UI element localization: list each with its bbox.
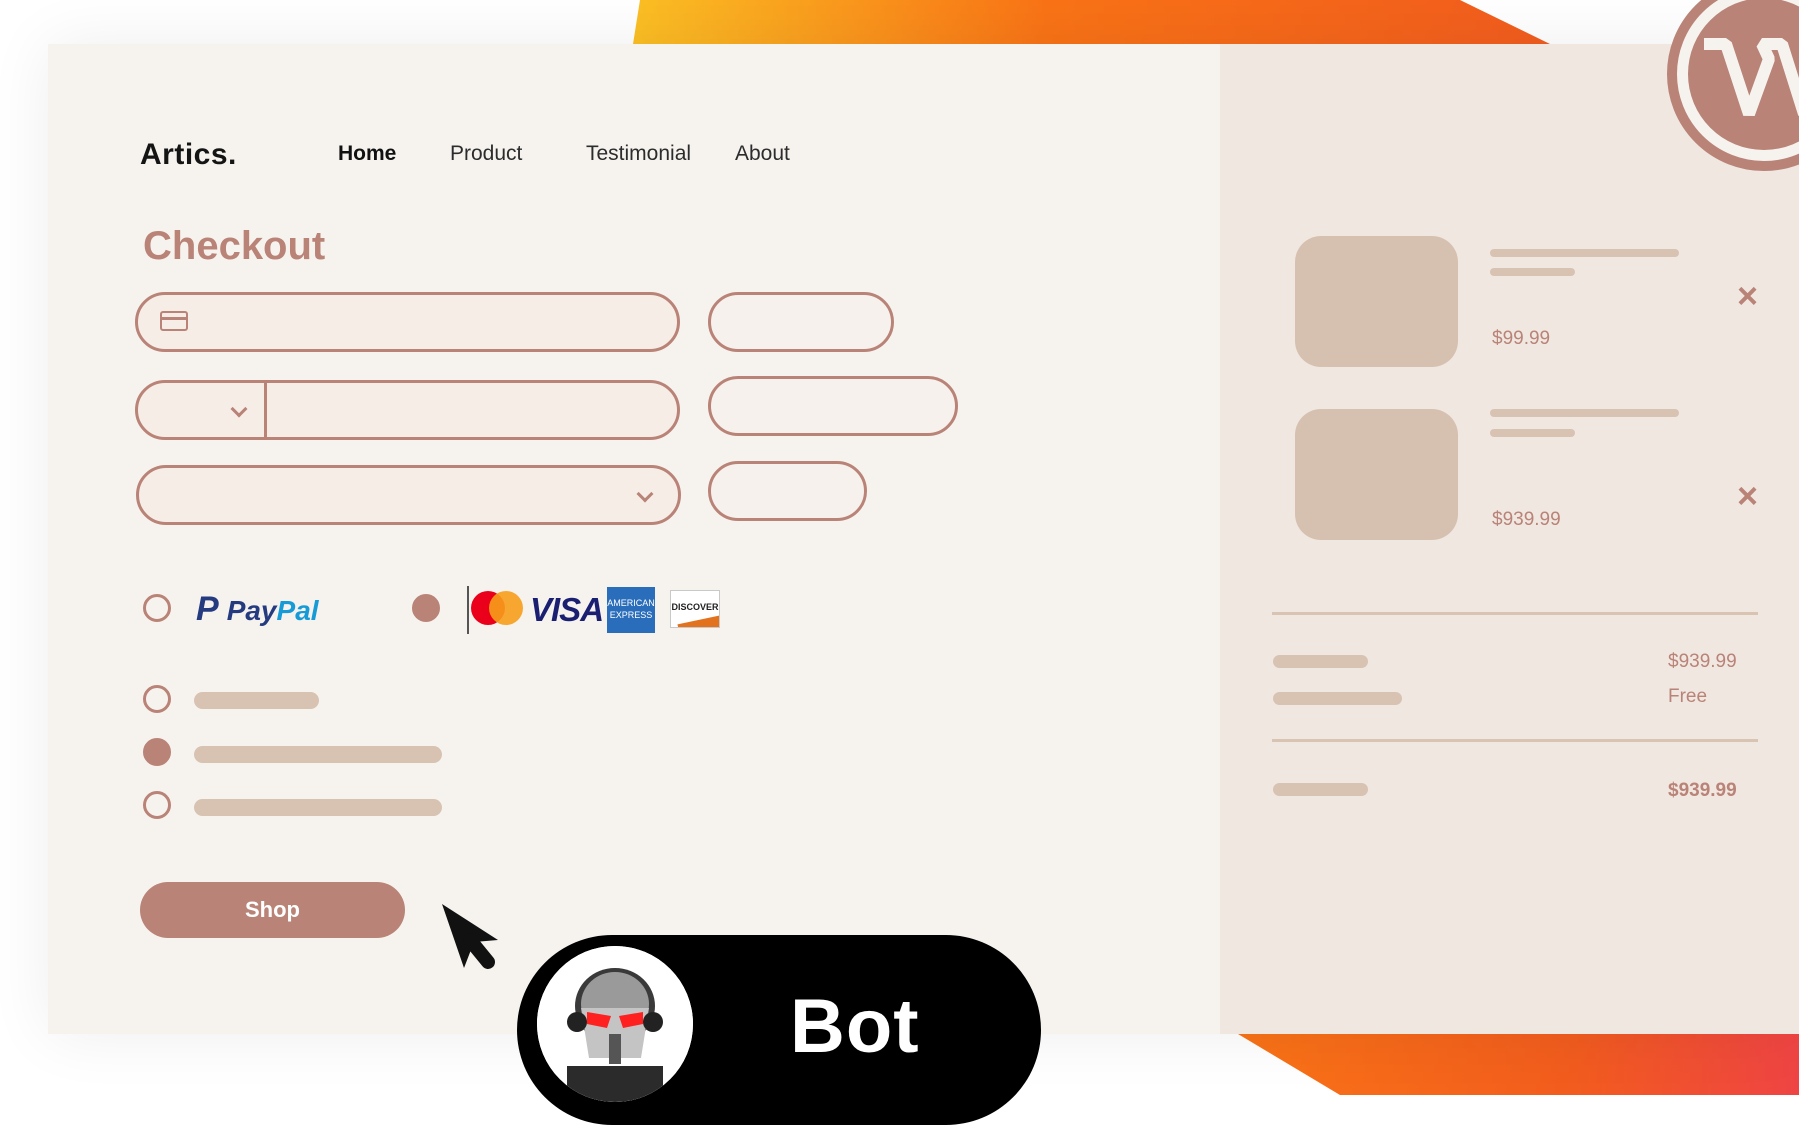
credit-card-icon xyxy=(160,311,188,331)
shipping-option-1-radio[interactable] xyxy=(143,685,171,713)
cart-item-1-title xyxy=(1490,249,1679,257)
shipping-label xyxy=(1273,692,1402,705)
shipping-value: Free xyxy=(1668,686,1708,707)
shipping-option-3-radio[interactable] xyxy=(143,791,171,819)
shipping-option-2-label xyxy=(194,746,442,763)
card-payment-radio[interactable] xyxy=(412,594,440,622)
cart-item-1-subtitle xyxy=(1490,268,1575,276)
nav-testimonial[interactable]: Testimonial xyxy=(586,142,691,166)
cursor-arrow-icon xyxy=(442,904,498,969)
summary-divider xyxy=(1272,612,1758,615)
shipping-option-3-label xyxy=(194,799,442,816)
country-select[interactable] xyxy=(136,465,681,525)
visa-logo: VISA xyxy=(530,591,604,628)
bot-label: Bot xyxy=(790,984,920,1069)
cart-item-2-subtitle xyxy=(1490,429,1575,437)
cart-summary-panel xyxy=(1220,44,1799,1034)
phone-field[interactable] xyxy=(135,380,680,440)
total-value: $939.99 xyxy=(1668,780,1737,801)
nav-about[interactable]: About xyxy=(735,142,790,166)
subtotal-label xyxy=(1273,655,1368,668)
card-number-field[interactable] xyxy=(135,292,680,352)
nav-home[interactable]: Home xyxy=(338,142,396,166)
robot-avatar xyxy=(537,946,693,1102)
zip-field[interactable] xyxy=(708,461,867,521)
mastercard-logo xyxy=(471,591,523,625)
nav-product[interactable]: Product xyxy=(450,142,522,166)
summary-divider xyxy=(1272,739,1758,742)
discover-logo: DISCOVER xyxy=(670,590,720,628)
cvc-field[interactable] xyxy=(708,376,958,436)
cart-item-2-price: $939.99 xyxy=(1492,509,1561,530)
shop-button[interactable]: Shop xyxy=(140,882,405,938)
paypal-radio[interactable] xyxy=(143,594,171,622)
paypal-logo: P PayPal xyxy=(196,590,319,628)
close-icon[interactable]: × xyxy=(1737,278,1758,314)
amex-logo: AMERICAN EXPRESS xyxy=(607,587,655,633)
cart-item-1-thumbnail[interactable] xyxy=(1295,236,1458,367)
cards-divider xyxy=(467,586,469,634)
close-icon[interactable]: × xyxy=(1737,478,1758,514)
shipping-option-2-radio[interactable] xyxy=(143,738,171,766)
cart-item-2-title xyxy=(1490,409,1679,417)
subtotal-value: $939.99 xyxy=(1668,651,1737,672)
brand-logo[interactable]: Artics. xyxy=(140,138,237,172)
cart-item-1-price: $99.99 xyxy=(1492,328,1551,349)
country-code-divider xyxy=(264,382,267,438)
shipping-option-1-label xyxy=(194,692,319,709)
expiry-field[interactable] xyxy=(708,292,894,352)
page-title: Checkout xyxy=(143,224,326,268)
total-label xyxy=(1273,783,1368,796)
wordpress-icon xyxy=(1667,0,1799,171)
cart-item-2-thumbnail[interactable] xyxy=(1295,409,1458,540)
